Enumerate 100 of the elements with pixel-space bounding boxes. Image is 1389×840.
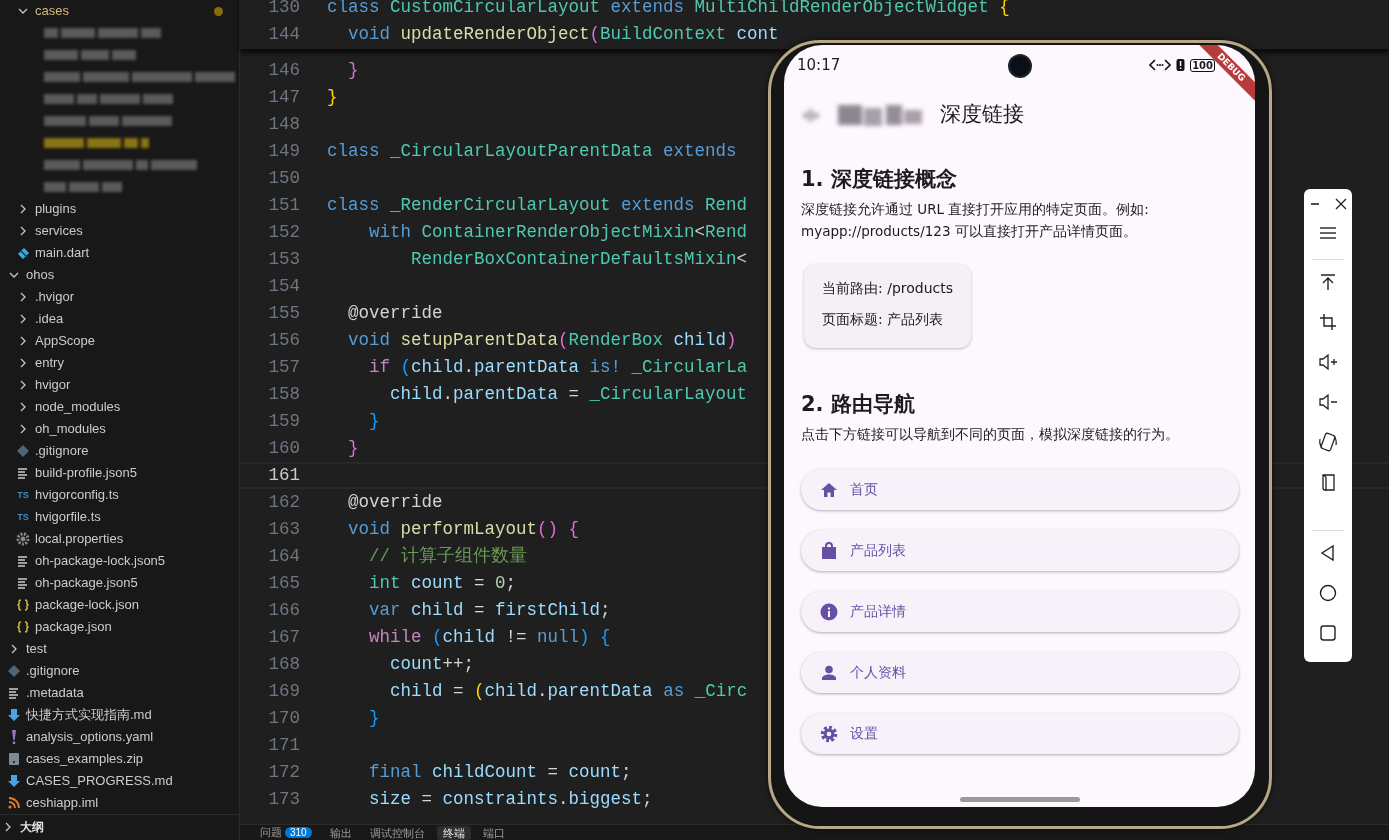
- rotate-icon: [1316, 430, 1340, 454]
- folder-name[interactable]: plugins: [35, 199, 77, 219]
- line-number: 144: [267, 23, 300, 47]
- folder-name[interactable]: test: [26, 639, 47, 659]
- minimize-icon: [1311, 203, 1319, 205]
- camera-hole: [1008, 54, 1032, 78]
- folder-name[interactable]: node_modules: [35, 397, 121, 417]
- code-line: var child = firstChild;: [368, 599, 611, 623]
- nav-button[interactable]: 个人资料: [801, 652, 1239, 694]
- line-number: 173: [267, 788, 300, 812]
- code-line: class CustomCircularLayout extends MultiChildRenderObjectWidget {: [327, 0, 1010, 20]
- folder-name[interactable]: entry: [35, 353, 64, 373]
- file-name[interactable]: package.json: [35, 617, 112, 637]
- line-number: 147: [267, 86, 300, 110]
- panel-tab[interactable]: 输出: [323, 825, 358, 840]
- file-name[interactable]: oh-package.json5: [35, 573, 138, 593]
- file-name[interactable]: 快捷方式实现指南.md: [26, 705, 152, 725]
- braces-icon: [15, 597, 31, 613]
- code-line: child = (child.parentData as _Circ: [389, 680, 748, 704]
- folder-name[interactable]: hvigor: [35, 375, 71, 395]
- code-line: // 计算子组件数量: [368, 545, 527, 569]
- panel-tab[interactable]: 端口: [476, 825, 511, 840]
- file-name[interactable]: hvigorfile.ts: [35, 507, 101, 527]
- code-line: }: [347, 437, 359, 461]
- folder-name[interactable]: ohos: [26, 265, 55, 285]
- download-arrow-icon: [6, 773, 22, 789]
- code-line: class _RenderCircularLayout extends Rend: [327, 194, 748, 218]
- line-number: 169: [267, 680, 300, 704]
- file-name[interactable]: .metadata: [26, 683, 84, 703]
- section-text: 点击下方链接可以导航到不同的页面，模拟深度链接的行为。: [801, 425, 1180, 445]
- code-line: void performLayout() {: [347, 518, 580, 542]
- data-transfer-icon: [1149, 58, 1172, 72]
- file-name[interactable]: hvigorconfig.ts: [35, 485, 119, 505]
- line-number: 165: [267, 572, 300, 596]
- section-heading: 2. 路由导航: [801, 392, 916, 418]
- braces-icon: [15, 619, 31, 635]
- code-line: count++;: [389, 653, 475, 677]
- line-number: 168: [267, 653, 300, 677]
- line-number: 160: [267, 437, 300, 461]
- folder-name[interactable]: oh_modules: [35, 419, 106, 439]
- code-line: int count = 0;: [368, 572, 517, 596]
- code-line: while (child != null) {: [368, 626, 611, 650]
- file-name[interactable]: ceshiapp.iml: [26, 793, 99, 813]
- file-name[interactable]: package-lock.json: [35, 595, 140, 615]
- feed-icon: [6, 795, 22, 811]
- code-line: class _CircularLayoutParentData extends: [327, 140, 737, 164]
- file-name[interactable]: local.properties: [35, 529, 124, 549]
- file-name[interactable]: oh-package-lock.json5: [35, 551, 166, 571]
- line-number: 151: [267, 194, 300, 218]
- line-number: 171: [267, 734, 300, 758]
- info-icon: [819, 601, 839, 622]
- file-name[interactable]: .gitignore: [35, 441, 89, 461]
- folder-name[interactable]: services: [35, 221, 83, 241]
- route-info: 页面标题: 产品列表: [822, 310, 945, 330]
- panel-tab[interactable]: 问题 310: [254, 825, 318, 840]
- code-line: @override: [347, 302, 443, 326]
- code-line: size = constraints.biggest;: [368, 788, 653, 812]
- panel-tab[interactable]: 终端: [436, 825, 471, 840]
- file-name[interactable]: cases_examples.zip: [26, 749, 144, 769]
- line-number: 163: [267, 518, 300, 542]
- count-badge: 310: [285, 827, 312, 838]
- line-number: 158: [267, 383, 300, 407]
- line-number: 172: [267, 761, 300, 785]
- nav-button[interactable]: 产品列表: [801, 530, 1239, 572]
- nav-button[interactable]: 首页: [801, 469, 1239, 511]
- file-name[interactable]: .gitignore: [26, 661, 80, 681]
- line-number: 146: [267, 59, 300, 83]
- file-name[interactable]: CASES_PROGRESS.md: [26, 771, 173, 791]
- section-header[interactable]: 大纲: [20, 817, 44, 836]
- section-heading: 1. 深度链接概念: [801, 167, 958, 193]
- folder-name[interactable]: cases: [35, 1, 69, 21]
- download-arrow-icon: [6, 707, 22, 723]
- line-number: 155: [267, 302, 300, 326]
- close-icon: [1333, 196, 1349, 212]
- line-number: 148: [267, 113, 300, 137]
- route-info: 当前路由: /products: [822, 279, 954, 299]
- code-line: void updateRenderObject(BuildContext cont: [347, 23, 779, 47]
- diamond-icon: [6, 663, 22, 679]
- sim-alert-icon: [1176, 58, 1186, 72]
- line-number: 161: [267, 464, 300, 488]
- code-line: }: [327, 86, 338, 110]
- code-line: }: [368, 707, 380, 731]
- gear-icon: [15, 531, 31, 547]
- folder-name[interactable]: .idea: [35, 309, 64, 329]
- code-line: @override: [347, 491, 443, 515]
- nav-button[interactable]: 产品详情: [801, 591, 1239, 633]
- line-number: 153: [267, 248, 300, 272]
- line-number: 130: [267, 0, 300, 20]
- file-name[interactable]: analysis_options.yaml: [26, 727, 154, 747]
- section-text: 深度链接允许通过 URL 直接打开应用的特定页面。例如: myapp://products/123 可以直接打开产品详情页面。: [801, 200, 1150, 242]
- folder-name[interactable]: AppScope: [35, 331, 95, 351]
- file-name[interactable]: main.dart: [35, 243, 90, 263]
- code-line: if (child.parentData is! _CircularLa: [368, 356, 748, 380]
- file-name[interactable]: build-profile.json5: [35, 463, 137, 483]
- folder-name[interactable]: .hvigor: [35, 287, 75, 307]
- file-type-label: TS: [17, 490, 29, 500]
- nav-button[interactable]: 设置: [801, 713, 1239, 755]
- panel-tab[interactable]: 调试控制台: [363, 825, 431, 840]
- code-line: RenderBoxContainerDefaultsMixin<: [410, 248, 748, 272]
- exclamation-icon: [11, 730, 17, 744]
